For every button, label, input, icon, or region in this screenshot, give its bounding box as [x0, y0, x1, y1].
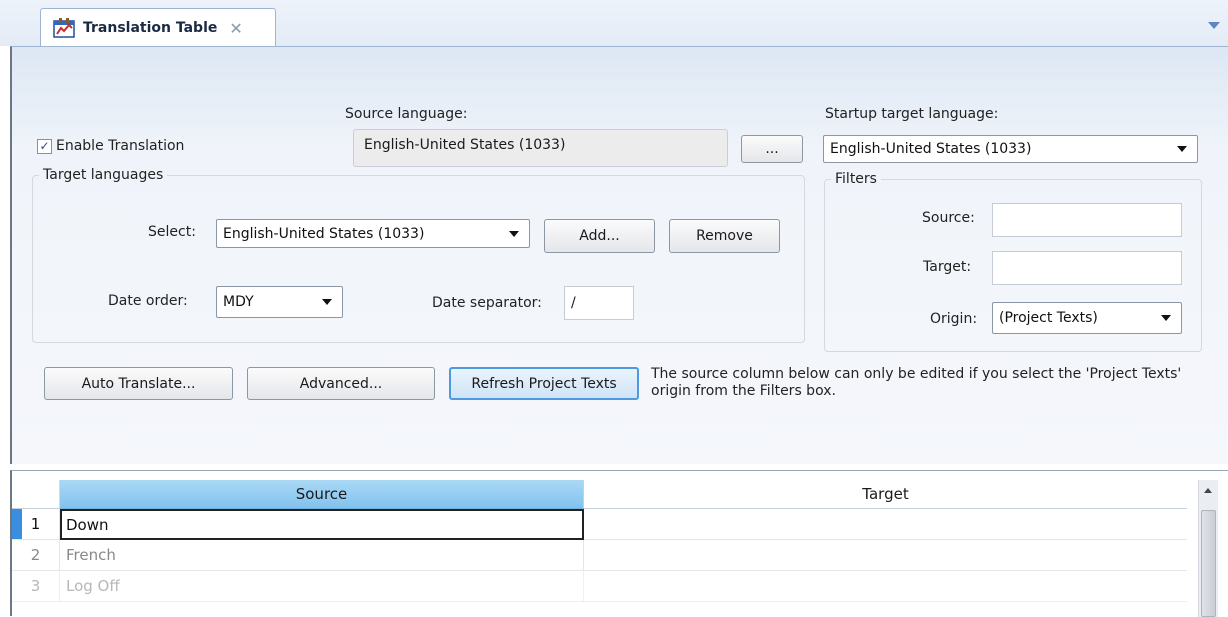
chevron-down-icon [322, 299, 332, 305]
scrollbar-thumb[interactable] [1201, 510, 1216, 617]
date-separator-label: Date separator: [432, 295, 542, 311]
source-column-header[interactable]: Source [60, 480, 584, 509]
filter-origin-value: (Project Texts) [999, 310, 1098, 326]
source-edit-hint: The source column below can only be edit… [651, 366, 1182, 399]
source-cell[interactable]: Log Off [60, 571, 584, 602]
enable-translation-checkbox[interactable]: ✓ [37, 139, 52, 154]
scroll-up-icon[interactable] [1204, 488, 1212, 493]
add-language-button[interactable]: Add... [544, 219, 655, 253]
target-cell[interactable] [584, 509, 1187, 540]
close-icon[interactable]: ✕ [229, 19, 242, 38]
tab-title: Translation Table [83, 20, 218, 36]
chevron-down-icon[interactable] [1208, 22, 1220, 29]
filter-target-label: Target: [923, 259, 972, 275]
tab-translation-table[interactable]: Translation Table ✕ [40, 8, 276, 47]
source-language-label: Source language: [345, 106, 468, 122]
filter-origin-select[interactable]: (Project Texts) [992, 302, 1182, 334]
row-number-header [12, 480, 60, 509]
chevron-down-icon [509, 230, 519, 237]
target-languages-group: Target languages [32, 167, 805, 343]
table-row[interactable]: 3 Log Off [12, 571, 1188, 602]
source-language-field: English-United States (1033) [353, 129, 728, 167]
browse-source-language-button[interactable]: ... [741, 135, 803, 163]
date-order-value: MDY [223, 294, 254, 310]
chevron-down-icon [1177, 146, 1187, 152]
select-language-label: Select: [148, 224, 196, 240]
target-language-select[interactable]: English-United States (1033) [216, 219, 530, 248]
target-cell[interactable] [584, 540, 1187, 571]
translation-grid: Source Target 1 Down 2 French 3 Log Off [10, 470, 1228, 617]
vertical-scrollbar[interactable] [1198, 480, 1218, 617]
source-cell[interactable]: Down [60, 509, 584, 540]
filters-legend: Filters [835, 171, 877, 187]
startup-target-language-label: Startup target language: [825, 106, 999, 122]
row-number: 1 [12, 509, 60, 540]
table-row[interactable]: 1 Down [12, 509, 1188, 540]
startup-target-language-value: English-United States (1033) [830, 141, 1032, 157]
translation-table-icon [53, 18, 75, 38]
remove-language-button[interactable]: Remove [669, 219, 780, 253]
document-tab-strip: Translation Table ✕ [0, 0, 1228, 47]
table-row[interactable]: 2 French [12, 540, 1188, 571]
filter-origin-label: Origin: [930, 311, 978, 327]
target-languages-legend: Target languages [43, 167, 164, 183]
target-language-value: English-United States (1033) [223, 225, 425, 242]
grid-header: Source Target [12, 480, 1188, 509]
row-number: 3 [12, 571, 60, 602]
date-order-select[interactable]: MDY [216, 286, 343, 318]
startup-target-language-select[interactable]: English-United States (1033) [823, 135, 1198, 163]
target-column-header[interactable]: Target [584, 480, 1187, 509]
filter-source-input[interactable] [992, 203, 1182, 237]
enable-translation-label: Enable Translation [56, 138, 185, 154]
source-cell[interactable]: French [60, 540, 584, 571]
target-cell[interactable] [584, 571, 1187, 602]
auto-translate-button[interactable]: Auto Translate... [44, 367, 233, 400]
row-number: 2 [12, 540, 60, 571]
filter-source-label: Source: [922, 210, 975, 226]
date-order-label: Date order: [108, 293, 188, 309]
refresh-project-texts-button[interactable]: Refresh Project Texts [449, 367, 639, 400]
advanced-button[interactable]: Advanced... [247, 367, 435, 400]
translation-options-panel: Source language: Startup target language… [10, 46, 1228, 464]
date-separator-input[interactable]: / [564, 286, 634, 320]
filter-target-input[interactable] [992, 251, 1182, 285]
chevron-down-icon [1161, 315, 1171, 321]
